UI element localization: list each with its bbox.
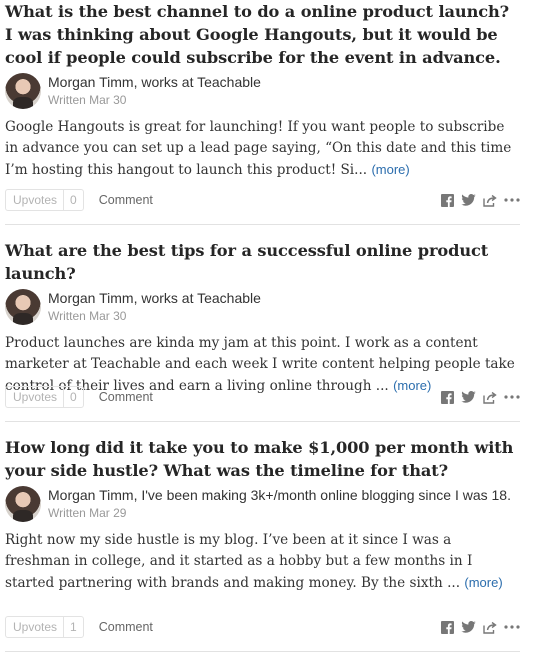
answer-snippet: Google Hangouts is great for launching! … xyxy=(5,119,512,178)
avatar[interactable] xyxy=(5,289,41,325)
upvote-button[interactable]: Upvotes 1 xyxy=(5,616,84,638)
action-bar: Upvotes 1 Comment xyxy=(5,616,520,638)
share-icons xyxy=(441,620,520,634)
question-title[interactable]: How long did it take you to make $1,000 … xyxy=(5,422,520,482)
answer-card: What is the best channel to do a online … xyxy=(5,0,520,225)
answer-card: How long did it take you to make $1,000 … xyxy=(5,422,520,652)
author-credential[interactable]: Morgan Timm, works at Teachable xyxy=(48,290,261,307)
author-credential[interactable]: Morgan Timm, works at Teachable xyxy=(48,74,261,91)
divider xyxy=(5,651,520,652)
comment-button[interactable]: Comment xyxy=(99,620,153,634)
answer-date[interactable]: Written Mar 30 xyxy=(48,93,261,107)
upvote-label: Upvotes xyxy=(13,620,58,634)
question-title[interactable]: What is the best channel to do a online … xyxy=(5,0,520,69)
more-link[interactable]: (more) xyxy=(464,575,502,590)
share-icons xyxy=(441,390,520,404)
answer-snippet: Right now my side hustle is my blog. I’v… xyxy=(5,532,473,591)
avatar[interactable] xyxy=(5,73,41,109)
author-info: Morgan Timm, I've been making 3k+/month … xyxy=(48,486,511,520)
answer-card: What are the best tips for a successful … xyxy=(5,225,520,422)
facebook-icon[interactable] xyxy=(441,193,454,207)
facebook-icon[interactable] xyxy=(441,390,454,404)
more-options-icon[interactable] xyxy=(504,395,520,399)
answer-date[interactable]: Written Mar 30 xyxy=(48,309,261,323)
comment-button[interactable]: Comment xyxy=(99,193,153,207)
author-row: Morgan Timm, works at Teachable Written … xyxy=(5,289,520,325)
answer-text[interactable]: Google Hangouts is great for launching! … xyxy=(5,117,520,181)
question-title[interactable]: What are the best tips for a successful … xyxy=(5,225,520,285)
facebook-icon[interactable] xyxy=(441,620,454,634)
answer-date[interactable]: Written Mar 29 xyxy=(48,506,511,520)
more-options-icon[interactable] xyxy=(504,625,520,629)
author-row: Morgan Timm, works at Teachable Written … xyxy=(5,73,520,109)
author-info: Morgan Timm, works at Teachable Written … xyxy=(48,289,261,323)
upvote-button[interactable]: Upvotes 0 xyxy=(5,386,84,408)
share-icons xyxy=(441,193,520,207)
action-bar: Upvotes 0 Comment xyxy=(5,189,520,211)
upvote-button[interactable]: Upvotes 0 xyxy=(5,189,84,211)
upvote-label: Upvotes xyxy=(13,390,58,404)
share-icon[interactable] xyxy=(483,621,497,634)
author-row: Morgan Timm, I've been making 3k+/month … xyxy=(5,486,520,522)
share-icon[interactable] xyxy=(483,194,497,207)
upvote-label: Upvotes xyxy=(13,193,58,207)
twitter-icon[interactable] xyxy=(461,621,476,633)
avatar[interactable] xyxy=(5,486,41,522)
answer-feed: What is the best channel to do a online … xyxy=(0,0,536,652)
comment-button[interactable]: Comment xyxy=(99,390,153,404)
upvote-count: 0 xyxy=(63,190,83,210)
author-info: Morgan Timm, works at Teachable Written … xyxy=(48,73,261,107)
author-credential[interactable]: Morgan Timm, I've been making 3k+/month … xyxy=(48,487,511,504)
upvote-count: 1 xyxy=(63,617,83,637)
twitter-icon[interactable] xyxy=(461,391,476,403)
answer-text[interactable]: Right now my side hustle is my blog. I’v… xyxy=(5,530,520,594)
more-link[interactable]: (more) xyxy=(371,162,409,177)
action-bar: Upvotes 0 Comment xyxy=(5,386,520,408)
twitter-icon[interactable] xyxy=(461,194,476,206)
upvote-count: 0 xyxy=(63,387,83,407)
share-icon[interactable] xyxy=(483,391,497,404)
more-options-icon[interactable] xyxy=(504,198,520,202)
